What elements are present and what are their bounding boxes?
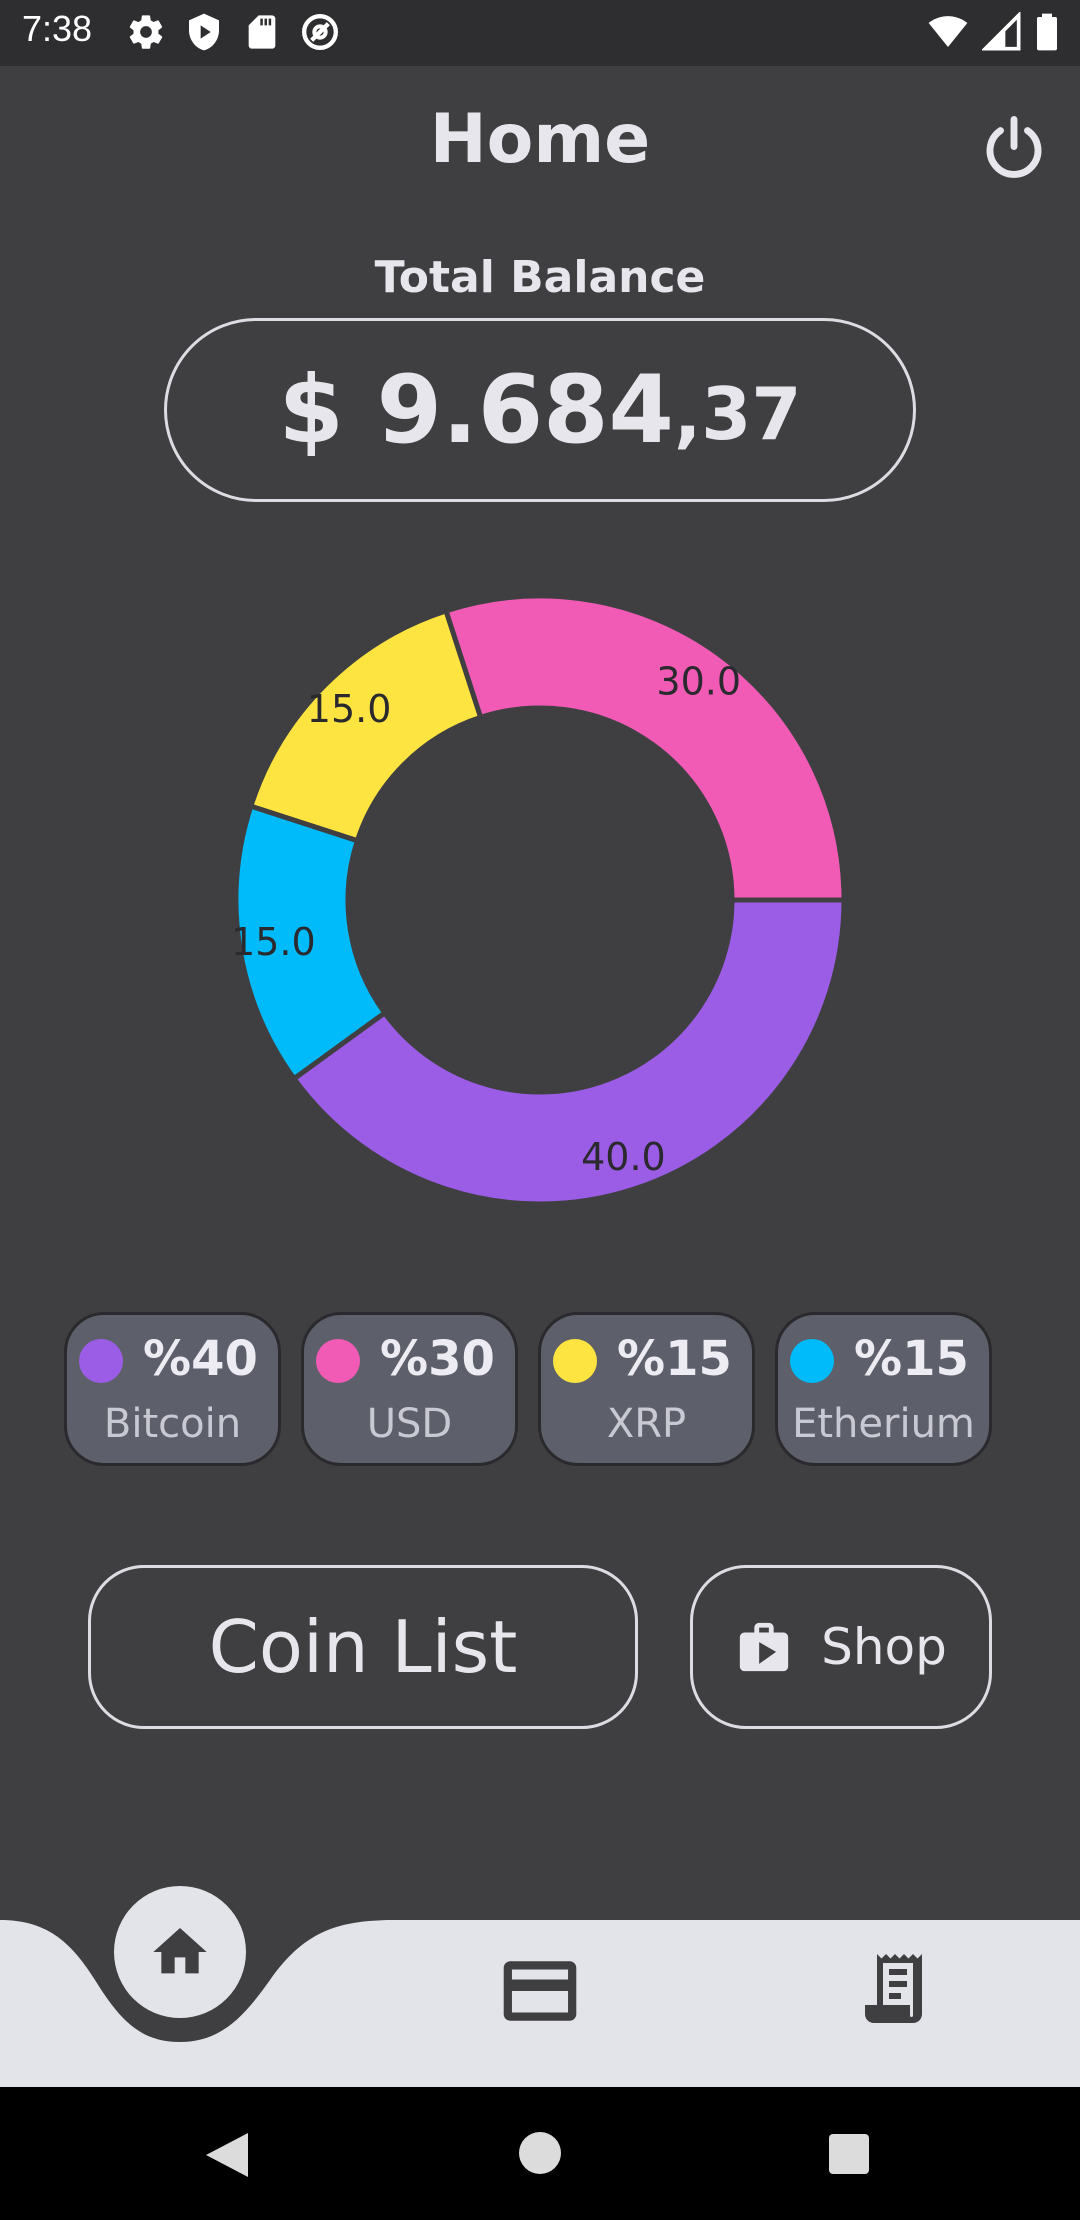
- power-icon: [986, 116, 1042, 178]
- donut-label-bitcoin: 40.0: [581, 1135, 666, 1179]
- gear-icon: [129, 15, 163, 49]
- coin-list-button[interactable]: Coin List: [88, 1565, 638, 1729]
- legend-item-xrp[interactable]: %15 XRP: [538, 1312, 755, 1466]
- back-icon[interactable]: [204, 2131, 250, 2179]
- at-sign-icon: [302, 14, 338, 50]
- balance-amount: $ 9.684: [278, 355, 674, 465]
- battery-icon: [1037, 13, 1057, 51]
- shop-button[interactable]: Shop: [690, 1565, 992, 1729]
- donut-label-xrp: 15.0: [307, 687, 392, 731]
- legend-dot: [316, 1339, 360, 1383]
- balance-cents: ,37: [673, 372, 802, 456]
- legend-percent: %15: [617, 1331, 732, 1387]
- legend-percent: %40: [143, 1331, 258, 1387]
- nav-cards[interactable]: [500, 1958, 580, 2028]
- legend-name: Etherium: [792, 1401, 975, 1447]
- legend-item-bitcoin[interactable]: %40 Bitcoin: [64, 1312, 281, 1466]
- wifi-icon: [928, 16, 968, 47]
- shield-play-icon: [189, 13, 219, 51]
- status-time: 7:38: [22, 8, 93, 49]
- balance-box: $ 9.684 ,37: [164, 318, 916, 502]
- donut-chart: 40.0 15.0 15.0 30.0: [231, 593, 847, 1207]
- legend-name: XRP: [606, 1401, 687, 1447]
- legend: %40 Bitcoin %30 USD %15 XRP %15 Etherium: [64, 1312, 994, 1466]
- recents-icon[interactable]: [828, 2133, 870, 2175]
- legend-name: Bitcoin: [103, 1401, 242, 1447]
- system-nav-bar: [0, 2087, 1080, 2220]
- legend-dot: [79, 1339, 123, 1383]
- legend-percent: %15: [854, 1331, 969, 1387]
- legend-item-etherium[interactable]: %15 Etherium: [775, 1312, 992, 1466]
- donut-label-usd: 30.0: [656, 660, 741, 704]
- status-bar: 7:38: [0, 0, 1080, 66]
- portfolio-chart: 40.0 15.0 15.0 30.0: [0, 580, 1080, 1230]
- status-icons-right: [926, 12, 1060, 52]
- shopping-bag-icon: [739, 1622, 789, 1672]
- legend-dot: [790, 1339, 834, 1383]
- nav-home[interactable]: [114, 1886, 246, 2018]
- donut-slice-bitcoin: [290, 897, 847, 1207]
- credit-card-icon: [503, 1961, 577, 2021]
- home-circle-icon[interactable]: [518, 2131, 562, 2175]
- balance-label: Total Balance: [374, 252, 706, 303]
- receipt-icon: [865, 1954, 922, 2023]
- legend-name: USD: [366, 1401, 453, 1447]
- donut-slice-usd: [442, 593, 847, 903]
- nav-transactions[interactable]: [862, 1950, 934, 2034]
- legend-percent: %30: [380, 1331, 495, 1387]
- status-icons-left: [126, 12, 340, 52]
- home-icon: [153, 1928, 207, 1974]
- donut-label-etherium: 15.0: [231, 920, 316, 964]
- page-title: Home: [429, 100, 651, 179]
- logout-button[interactable]: [978, 112, 1050, 184]
- cell-signal-icon: [982, 12, 1021, 51]
- shop-label: Shop: [821, 1618, 947, 1676]
- legend-item-usd[interactable]: %30 USD: [301, 1312, 518, 1466]
- sd-card-icon: [248, 15, 276, 49]
- legend-dot: [553, 1339, 597, 1383]
